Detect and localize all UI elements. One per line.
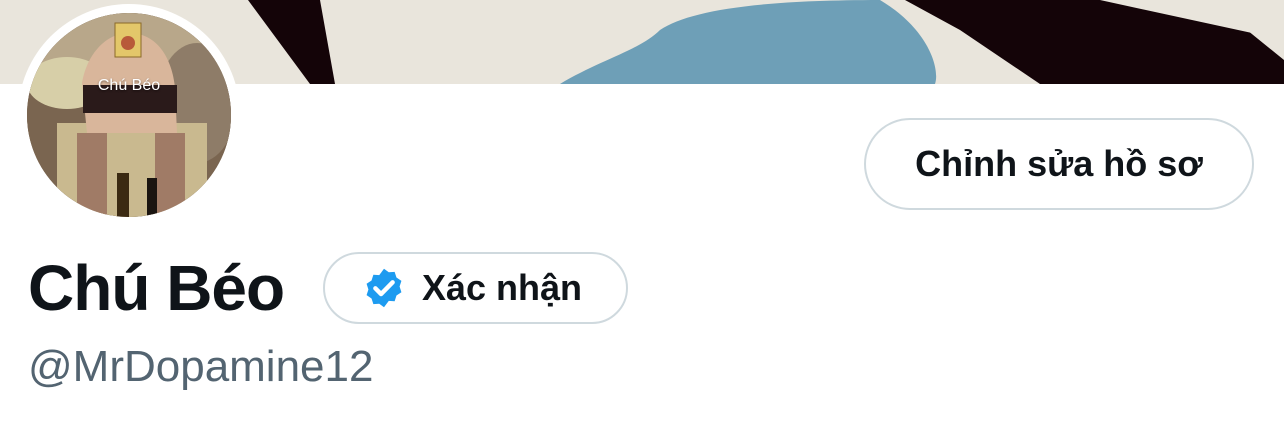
edit-profile-label: Chỉnh sửa hồ sơ bbox=[915, 143, 1203, 184]
get-verified-button[interactable]: Xác nhận bbox=[323, 252, 628, 324]
display-name: Chú Béo bbox=[28, 252, 285, 324]
avatar-border: Chú Béo bbox=[18, 4, 240, 226]
avatar-caption: Chú Béo bbox=[97, 77, 161, 94]
verified-badge-icon bbox=[366, 268, 402, 308]
avatar-image bbox=[27, 13, 231, 217]
edit-profile-button[interactable]: Chỉnh sửa hồ sơ bbox=[864, 118, 1254, 210]
avatar[interactable]: Chú Béo bbox=[27, 13, 231, 217]
get-verified-label: Xác nhận bbox=[422, 267, 583, 308]
username-handle: @MrDopamine12 bbox=[28, 342, 374, 391]
